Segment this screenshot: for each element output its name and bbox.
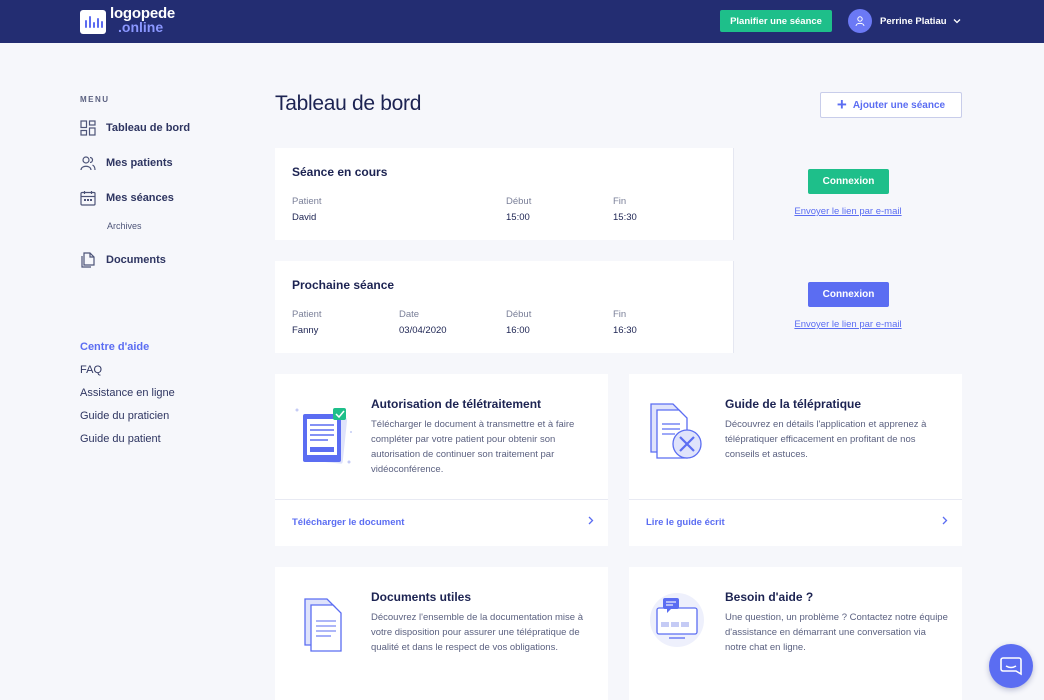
connect-button-next[interactable]: Connexion xyxy=(808,282,889,307)
user-menu[interactable]: Perrine Platiau xyxy=(848,9,961,33)
start-label: Début xyxy=(506,309,532,320)
user-name: Perrine Platiau xyxy=(880,15,947,27)
plan-session-button[interactable]: Planifier une séance xyxy=(720,10,832,32)
card-teletreatment-authorization: Autorisation de télétraitement Télécharg… xyxy=(275,374,608,546)
card-title: Autorisation de télétraitement xyxy=(371,397,542,411)
date-label: Date xyxy=(399,309,420,320)
patient-value: Fanny xyxy=(292,325,319,336)
card-title: Documents utiles xyxy=(371,590,472,604)
patient-label: Patient xyxy=(292,196,322,207)
card-description: Découvrez en détails l'application et ap… xyxy=(725,419,927,460)
help-link-faq[interactable]: FAQ xyxy=(80,364,102,376)
document-check-icon xyxy=(295,408,352,464)
send-email-link-current[interactable]: Envoyer le lien par e-mail xyxy=(734,206,962,217)
card-footer[interactable]: Télécharger le document xyxy=(275,499,608,546)
card-description: Télécharger le document à transmettre et… xyxy=(371,419,575,475)
help-center-title[interactable]: Centre d'aide xyxy=(80,341,149,353)
card-need-help: Besoin d'aide ? Une question, un problèm… xyxy=(629,567,962,700)
document-stack-icon xyxy=(304,598,342,652)
sidebar-item-label: Mes séances xyxy=(106,192,174,204)
card-useful-documents: Documents utiles Découvrez l'ensemble de… xyxy=(275,567,608,700)
sidebar-subitem-archives[interactable]: Archives xyxy=(107,221,142,231)
sidebar-item-label: Tableau de bord xyxy=(106,122,191,134)
card-title: Besoin d'aide ? xyxy=(725,590,814,604)
guide-tools-icon xyxy=(650,403,702,459)
chevron-right-icon xyxy=(588,516,594,525)
end-value: 15:30 xyxy=(613,212,637,223)
chevron-right-icon xyxy=(942,516,948,525)
sidebar-item-label: Mes patients xyxy=(106,157,173,169)
download-document-link[interactable]: Télécharger le document xyxy=(292,517,404,528)
page-title: Tableau de bord xyxy=(275,92,422,115)
card-title: Guide de la télépratique xyxy=(725,397,862,411)
logo-mark-icon xyxy=(80,10,106,34)
add-session-button[interactable]: + Ajouter une séance xyxy=(820,92,962,118)
card-description: Découvrez l'ensemble de la documentation… xyxy=(371,612,583,653)
top-header: logopede .online Planifier une séance Pe… xyxy=(0,0,1044,43)
chat-launcher-button[interactable] xyxy=(989,644,1033,688)
avatar xyxy=(848,9,872,33)
card-telepractice-guide: Guide de la télépratique Découvrez en dé… xyxy=(629,374,962,546)
current-session-card: Séance en cours Patient David Début 15:0… xyxy=(275,148,962,240)
send-email-link-next[interactable]: Envoyer le lien par e-mail xyxy=(734,319,962,330)
connect-button-current[interactable]: Connexion xyxy=(808,169,889,194)
sidebar-item-documents[interactable]: Documents xyxy=(80,252,166,268)
documents-icon xyxy=(81,252,95,268)
sidebar-item-dashboard[interactable]: Tableau de bord xyxy=(80,120,190,136)
card-footer[interactable]: Lire le guide écrit xyxy=(629,499,962,546)
chat-support-icon xyxy=(650,593,704,647)
sidebar-item-label: Documents xyxy=(106,254,166,266)
end-label: Fin xyxy=(613,196,627,207)
chat-icon xyxy=(1000,657,1022,676)
card-description: Une question, un problème ? Contactez no… xyxy=(725,612,948,653)
user-icon xyxy=(855,16,865,27)
current-session-title: Séance en cours xyxy=(292,165,388,179)
plus-icon: + xyxy=(836,95,847,114)
logo-text-suffix: .online xyxy=(118,19,164,35)
menu-label: MENU xyxy=(80,95,110,104)
next-session-title: Prochaine séance xyxy=(292,278,395,292)
end-label: Fin xyxy=(613,309,627,320)
end-value: 16:30 xyxy=(613,325,637,336)
next-session-card: Prochaine séance Patient Fanny Date 03/0… xyxy=(275,261,962,353)
help-link-practitioner-guide[interactable]: Guide du praticien xyxy=(80,410,169,422)
patient-label: Patient xyxy=(292,309,322,320)
start-label: Début xyxy=(506,196,532,207)
help-link-online-assistance[interactable]: Assistance en ligne xyxy=(80,387,175,399)
sidebar-item-sessions[interactable]: Mes séances xyxy=(80,190,174,206)
sidebar-item-patients[interactable]: Mes patients xyxy=(80,155,173,171)
logo[interactable]: logopede .online xyxy=(80,6,175,35)
chevron-down-icon xyxy=(953,19,960,24)
users-icon xyxy=(80,156,96,171)
date-value: 03/04/2020 xyxy=(399,325,447,336)
help-link-patient-guide[interactable]: Guide du patient xyxy=(80,433,161,445)
start-value: 16:00 xyxy=(506,325,530,336)
read-guide-link[interactable]: Lire le guide écrit xyxy=(646,517,725,528)
start-value: 15:00 xyxy=(506,212,530,223)
calendar-icon xyxy=(80,191,96,206)
dashboard-icon xyxy=(80,120,96,136)
patient-value: David xyxy=(292,212,317,223)
